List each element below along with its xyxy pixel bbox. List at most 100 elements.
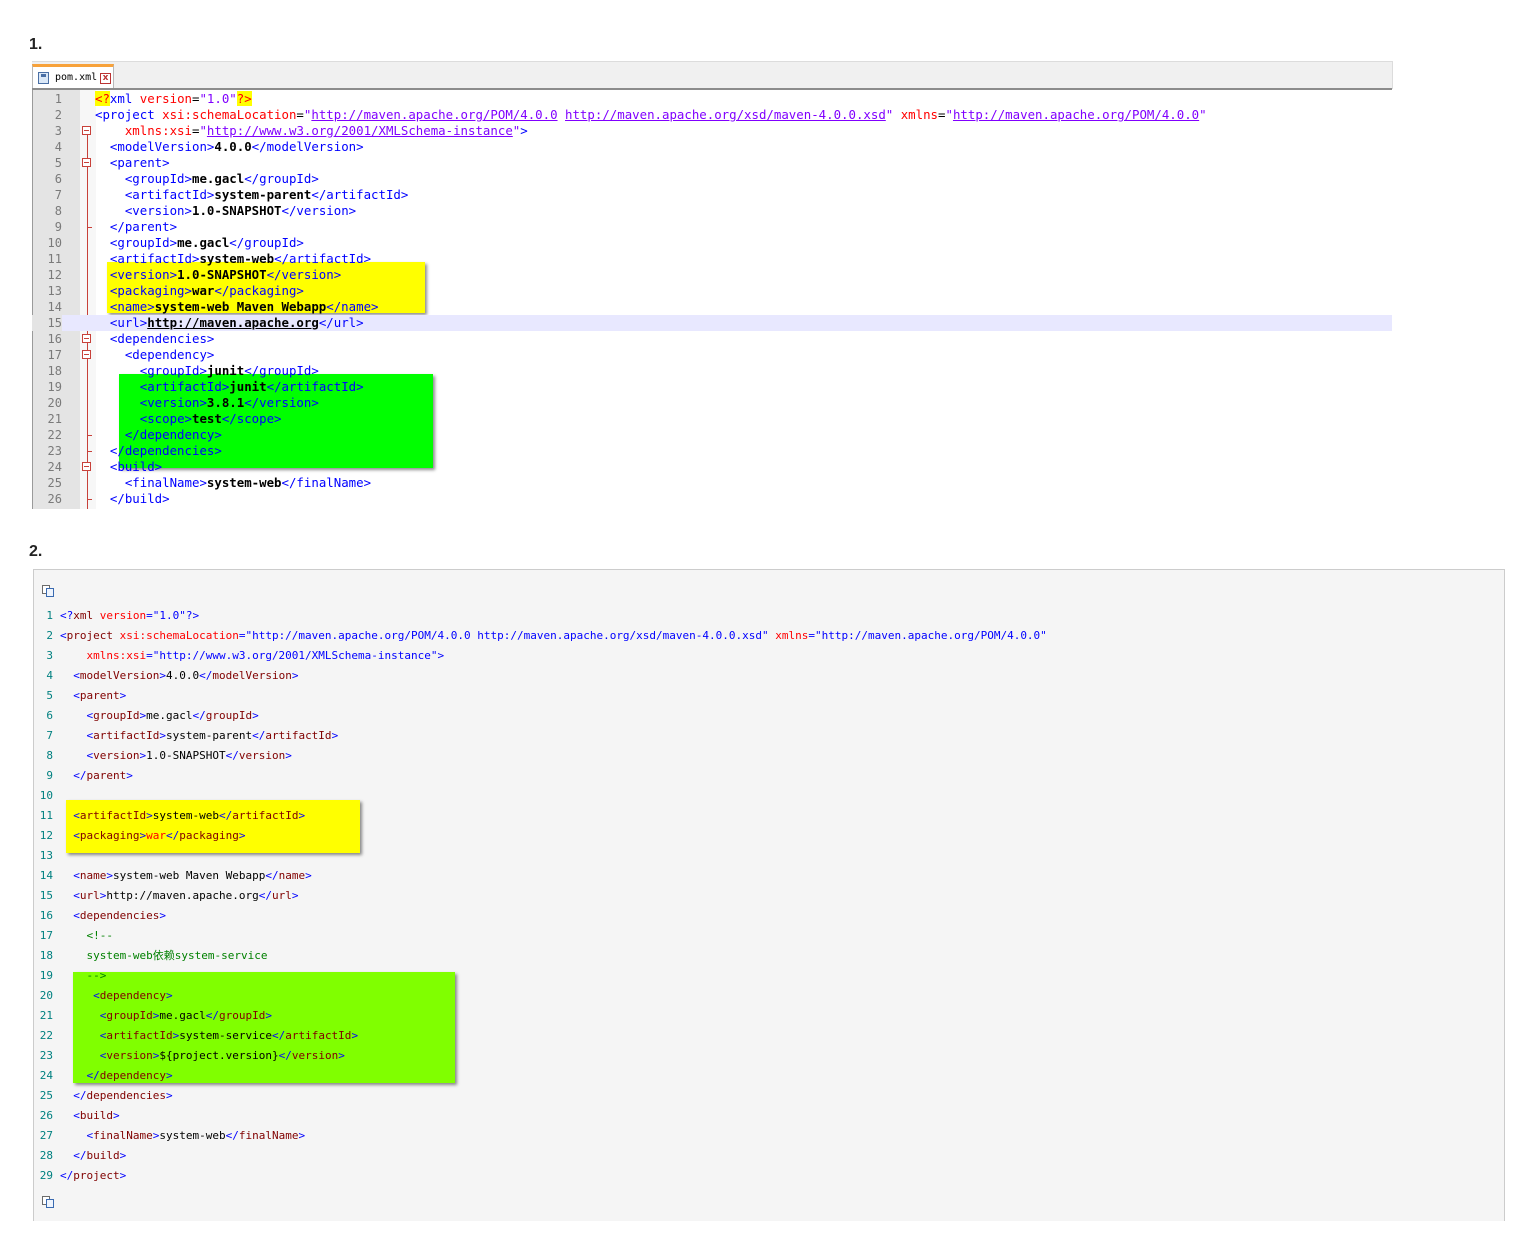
code-line[interactable]: 6 <groupId>me.gacl</groupId> <box>32 171 1392 187</box>
code-token: http://maven.apache.org <box>147 315 319 330</box>
code-token: < <box>73 669 80 682</box>
editor-tab-bar: pom.xml x <box>32 61 1393 89</box>
code-line[interactable]: 12 <version>1.0-SNAPSHOT</version> <box>32 267 1392 283</box>
code-line[interactable]: 17 <dependency> <box>32 347 1392 363</box>
line-number: 19 <box>39 969 53 982</box>
close-tab-icon[interactable]: x <box>100 73 111 84</box>
editor-body[interactable]: 1 <?xml version="1.0"?> 2 <project xsi:sche… <box>32 88 1392 509</box>
code-token: project <box>73 1169 120 1182</box>
code-token: > <box>291 669 299 682</box>
code-line[interactable]: 25 <finalName>system-web</finalName> <box>32 475 1392 491</box>
code-token: artifactId <box>93 729 160 742</box>
code-line: 23 <version>${project.version}</version> <box>34 1046 1504 1066</box>
code-line: 24 </dependency> <box>34 1066 1504 1086</box>
code-line[interactable]: 3 xmlns:xsi="http://www.w3.org/2001/XMLS… <box>32 123 1392 139</box>
code-line[interactable]: 9 </parent> <box>32 219 1392 235</box>
code-line[interactable]: 18 <groupId>junit</groupId> <box>32 363 1392 379</box>
code-token: http://maven.apache.org <box>106 889 259 902</box>
code-line[interactable]: 16 <dependencies> <box>32 331 1392 347</box>
code-token: > <box>126 769 133 782</box>
code-line[interactable]: 19 <artifactId>junit</artifactId> <box>32 379 1392 395</box>
section-2-heading: 2. <box>29 543 43 560</box>
line-number: 13 <box>47 284 62 298</box>
line-number: 26 <box>47 492 62 506</box>
code-line[interactable]: 8 <version>1.0-SNAPSHOT</version> <box>32 203 1392 219</box>
collapse-fold-icon[interactable] <box>82 350 91 359</box>
code-token: > <box>351 1029 359 1042</box>
code-token: me.gacl <box>191 171 245 186</box>
code-token: </dependency> <box>124 427 222 442</box>
code-text: </build> <box>95 491 170 507</box>
code-line[interactable]: 1 <?xml version="1.0"?> <box>32 91 1392 107</box>
line-number: 10 <box>39 789 53 802</box>
code-line[interactable]: 23 </dependencies> <box>32 443 1392 459</box>
code-token: build <box>79 1109 113 1122</box>
code-token: </ <box>225 749 239 762</box>
code-token: "1.0" <box>199 91 237 106</box>
line-number: 17 <box>47 348 62 362</box>
code-text: <dependencies> <box>95 331 214 347</box>
code-token: xml <box>109 91 140 106</box>
code-line[interactable]: 21 <scope>test</scope> <box>32 411 1392 427</box>
code-line[interactable]: 14 <name>system-web Maven Webapp</name> <box>32 299 1392 315</box>
current-code-line[interactable]: 15 <url>http://maven.apache.org</url> <box>32 315 1392 331</box>
line-number: 7 <box>46 729 53 742</box>
code-line[interactable]: 7 <artifactId>system-parent</artifactId> <box>32 187 1392 203</box>
code-text: <url>http://maven.apache.org</url> <box>60 886 298 906</box>
collapse-fold-icon[interactable] <box>82 126 91 135</box>
code-token: version <box>99 609 147 622</box>
code-token: xsi:schemaLocation <box>162 107 297 122</box>
code-text: <finalName>system-web</finalName> <box>60 1126 306 1146</box>
code-token: </version> <box>266 267 342 282</box>
collapse-fold-icon[interactable] <box>82 158 91 167</box>
code-line[interactable]: 4 <modelVersion>4.0.0</modelVersion> <box>32 139 1392 155</box>
code-token: > <box>159 669 166 682</box>
copy-code-icon[interactable] <box>42 585 55 598</box>
code-line[interactable]: 26 </build> <box>32 491 1392 507</box>
code-token: </ <box>258 889 272 902</box>
line-number: 28 <box>39 1149 53 1162</box>
code-token: groupId <box>205 709 253 722</box>
collapse-fold-icon[interactable] <box>82 334 91 343</box>
code-token: parent <box>79 689 120 702</box>
code-token: http://maven.apache.org/POM/4.0.0 <box>952 107 1200 122</box>
collapse-fold-icon[interactable] <box>82 462 91 471</box>
code-token: xmlns:xsi <box>86 649 147 662</box>
code-line[interactable]: 13 <packaging>war</packaging> <box>32 283 1392 299</box>
line-number: 14 <box>39 869 53 882</box>
code-line: 8 <version>1.0-SNAPSHOT</version> <box>34 746 1504 766</box>
copy-code-icon[interactable] <box>42 1196 55 1209</box>
code-line[interactable]: 10 <groupId>me.gacl</groupId> <box>32 235 1392 251</box>
line-number: 5 <box>46 689 53 702</box>
code-text: <name>system-web Maven Webapp</name> <box>95 299 379 315</box>
code-line: 10 <box>34 786 1504 806</box>
code-token: <artifactId> <box>139 379 230 394</box>
code-token: 4.0.0 <box>165 669 200 682</box>
code-line: 9 </parent> <box>34 766 1504 786</box>
xml-editor: pom.xml x 1 <?xml version="1.0"?> 2 <projec… <box>32 61 1393 509</box>
code-line: 16 <dependencies> <box>34 906 1504 926</box>
tab-pom-xml[interactable]: pom.xml x <box>32 64 114 89</box>
line-number: 14 <box>47 300 62 314</box>
line-number: 5 <box>54 156 62 170</box>
code-token: </scope> <box>221 411 282 426</box>
code-line[interactable]: 22 </dependency> <box>32 427 1392 443</box>
code-line[interactable]: 20 <version>3.8.1</version> <box>32 395 1392 411</box>
code-line[interactable]: 5 <parent> <box>32 155 1392 171</box>
code-line[interactable]: 11 <artifactId>system-web</artifactId> <box>32 251 1392 267</box>
code-line: 13 <box>34 846 1504 866</box>
code-token: <version> <box>109 267 178 282</box>
code-text: <packaging>war</packaging> <box>60 826 245 846</box>
code-line[interactable]: 24 <build> <box>32 459 1392 475</box>
code-line[interactable]: 2 <project xsi:schemaLocation="http://mav… <box>32 107 1392 123</box>
code-token: <version> <box>139 395 207 410</box>
code-token: xml <box>73 609 100 622</box>
code-token: ="1.0"?> <box>146 609 200 622</box>
code-token: system-web Maven Webapp <box>113 869 266 882</box>
